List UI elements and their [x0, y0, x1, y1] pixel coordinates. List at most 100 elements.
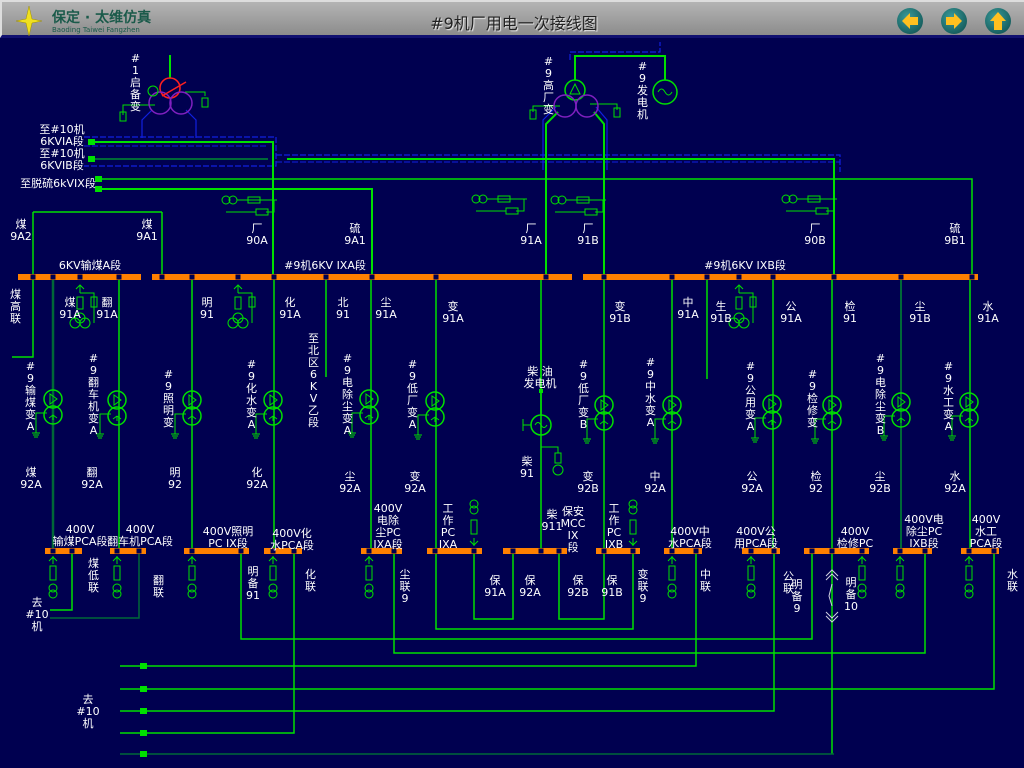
bus-node: [809, 548, 815, 554]
transformer-icon[interactable]: [583, 395, 614, 444]
tie-wire: [120, 551, 775, 712]
bus-6kv-ixb[interactable]: [583, 274, 978, 280]
breaker-icon: [365, 565, 373, 581]
boundary-line: [569, 42, 661, 60]
arrow-terminal-icon: [140, 708, 147, 714]
forward-button[interactable]: [941, 8, 967, 34]
bus-node: [189, 548, 195, 554]
pt-cabinet-icon[interactable]: [227, 284, 256, 329]
wiring-diagram: [12, 42, 999, 757]
lv-feeder-breaker-icon[interactable]: [746, 556, 756, 599]
ct-icon: [628, 499, 638, 509]
bus-node: [238, 548, 244, 554]
sine-icon: [657, 88, 673, 96]
lv-feeder-breaker-icon[interactable]: [964, 556, 974, 599]
up-button[interactable]: [985, 8, 1011, 34]
wye-symbol: [48, 414, 58, 420]
bus-node: [510, 548, 516, 554]
wire-pt: [541, 446, 559, 453]
wire: [476, 198, 527, 212]
breaker-icon: [747, 565, 755, 581]
bus-6kv-ixa[interactable]: [152, 274, 572, 280]
lv-feeder-breaker-icon[interactable]: [667, 556, 677, 599]
ct-icon: [187, 589, 197, 599]
switch-icon: [469, 538, 479, 546]
ct-icon: [48, 589, 58, 599]
bus-node: [30, 274, 36, 280]
wire-91B: [593, 111, 605, 274]
wye-symbol: [364, 414, 374, 420]
incoming-breaker-icon[interactable]: [781, 194, 837, 215]
incoming-breaker-icon[interactable]: [221, 195, 277, 216]
terminal-icon: [539, 389, 543, 393]
pt-cabinet-icon[interactable]: [728, 284, 757, 329]
wire-9B1: [95, 178, 973, 274]
transformer-icon[interactable]: [348, 389, 379, 438]
ct-icon: [746, 589, 756, 599]
lv-feeder-breaker-icon[interactable]: [469, 499, 479, 546]
arrow-up-icon: [990, 12, 1006, 30]
bus-node: [270, 548, 276, 554]
bus-node: [966, 548, 972, 554]
bus-node: [748, 548, 754, 554]
bus-node: [693, 548, 699, 554]
boundary-line: [185, 109, 197, 138]
lv-feeder-breaker-icon[interactable]: [628, 499, 638, 546]
lv-feeder-breaker-icon[interactable]: [857, 556, 867, 599]
bus-node: [235, 274, 241, 280]
wires: [12, 42, 995, 755]
incoming-breaker-icon[interactable]: [471, 194, 527, 215]
bus-node: [77, 274, 83, 280]
arrow-terminal-icon: [140, 663, 147, 669]
wye-symbol: [667, 420, 677, 426]
bus-node: [50, 274, 56, 280]
bus-node: [601, 548, 607, 554]
transformer-icon[interactable]: [880, 392, 911, 441]
switch-icon: [964, 556, 974, 564]
bus-node: [669, 548, 675, 554]
transformer-icon[interactable]: [651, 395, 682, 444]
transformer-icon[interactable]: [414, 391, 445, 440]
breaker-icon: [965, 565, 973, 581]
arrow-terminal-icon: [95, 176, 102, 182]
tie-wire: [120, 551, 295, 734]
tie-wire: [120, 551, 697, 667]
ct-icon: [364, 589, 374, 599]
back-button[interactable]: [897, 8, 923, 34]
page-title: #9机厂用电一次接线图: [430, 14, 598, 33]
switch-icon: [746, 556, 756, 564]
switch-icon: [364, 556, 374, 564]
bus-node: [291, 548, 297, 554]
transformer-icon[interactable]: [751, 394, 782, 443]
bus-node: [991, 548, 997, 554]
arrow-left-icon: [902, 13, 918, 29]
ct-icon: [895, 589, 905, 599]
wire-coal-high-tie: [12, 280, 34, 358]
ct-icon: [857, 589, 867, 599]
lv-feeder-breaker-icon[interactable]: [112, 556, 122, 599]
transformer-icon[interactable]: [32, 389, 63, 438]
transformer-icon[interactable]: [96, 390, 127, 439]
wye-symbol: [430, 416, 440, 422]
bus-node: [601, 274, 607, 280]
breaker-icon: [896, 565, 904, 581]
pt-cabinet-icon[interactable]: [69, 284, 98, 329]
transformer-icon[interactable]: [252, 390, 283, 439]
wire: [786, 198, 837, 212]
wye-symbol: [599, 420, 609, 426]
transformer-icon[interactable]: [811, 395, 842, 444]
wye-symbol: [896, 417, 906, 423]
lv-feeder-breaker-icon[interactable]: [895, 556, 905, 599]
transformer-icon[interactable]: [948, 392, 979, 441]
lv-feeder-breaker-icon[interactable]: [268, 556, 278, 599]
bus-node: [432, 548, 438, 554]
arrow-terminal-icon: [88, 156, 95, 162]
breaker-icon: [470, 519, 478, 535]
arrow-terminal-icon: [88, 139, 95, 145]
transformer-icon[interactable]: [171, 390, 202, 439]
lv-feeder-breaker-icon[interactable]: [364, 556, 374, 599]
incoming-breaker-icon[interactable]: [550, 195, 606, 216]
lv-feeder-breaker-icon[interactable]: [187, 556, 197, 599]
bus-node: [829, 548, 835, 554]
lv-feeder-breaker-icon[interactable]: [48, 556, 58, 599]
